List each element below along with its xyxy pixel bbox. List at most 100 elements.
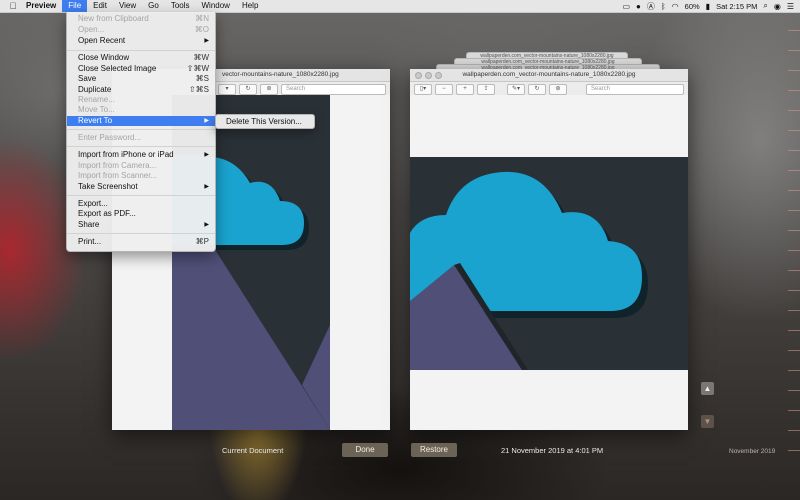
menu-window[interactable]: Window: [196, 0, 236, 12]
markup-icon[interactable]: ⊛: [549, 83, 567, 95]
menu-item-label: Save: [78, 74, 97, 83]
menu-item-label: Revert To: [78, 116, 113, 125]
search-input[interactable]: Search: [586, 83, 684, 95]
markup-pen-icon[interactable]: ✎▾: [507, 83, 525, 95]
restore-button[interactable]: Restore: [411, 443, 457, 457]
timeline[interactable]: [786, 20, 800, 460]
menu-item-import-scanner[interactable]: Import from Scanner...: [67, 171, 215, 181]
search-icon[interactable]: ⌕: [763, 1, 767, 11]
window-controls: [415, 72, 442, 79]
search-input[interactable]: Search: [281, 83, 386, 95]
display-icon[interactable]: ▭: [622, 2, 630, 11]
clock[interactable]: Sat 2:15 PM: [716, 2, 757, 11]
menu-separator: [67, 129, 215, 130]
done-button[interactable]: Done: [342, 443, 388, 457]
notification-center-icon[interactable]: ☰: [787, 2, 794, 11]
menu-item-shortcut: ⇧⌘W: [186, 64, 209, 73]
menu-item-shortcut: ⌘N: [195, 14, 209, 23]
menu-item-label: Import from Scanner...: [78, 171, 158, 180]
menu-item-label: Import from Camera...: [78, 161, 157, 170]
menu-item-import-camera[interactable]: Import from Camera...: [67, 161, 215, 171]
submenu-arrow-icon: ▶: [204, 38, 209, 44]
share-icon[interactable]: ⇪: [477, 83, 495, 95]
rotate-icon[interactable]: ↻: [528, 83, 546, 95]
menu-item-label: Enter Password...: [78, 133, 142, 142]
menu-item-move-to[interactable]: Move To...: [67, 105, 215, 115]
newer-version-arrow-icon[interactable]: ▼: [701, 415, 714, 428]
sidebar-toggle-icon[interactable]: ▯▾: [414, 83, 432, 95]
menu-item-label: Take Screenshot: [78, 182, 138, 191]
menu-item-close-window[interactable]: Close Window ⌘W: [67, 53, 215, 63]
submenu-arrow-icon: ▶: [204, 118, 209, 124]
battery-percent[interactable]: 60%: [685, 2, 700, 11]
menu-item-label: Open Recent: [78, 36, 126, 45]
siri-icon[interactable]: ◉: [774, 2, 781, 11]
menu-item-new-from-clipboard[interactable]: New from Clipboard ⌘N: [67, 14, 215, 24]
menu-item-label: Export as PDF...: [78, 209, 136, 218]
menu-item-shortcut: ⌘P: [195, 237, 209, 246]
menu-item-enter-password[interactable]: Enter Password...: [67, 133, 215, 143]
current-document-label: Current Document: [222, 446, 284, 455]
submenu-arrow-icon: ▶: [204, 184, 209, 190]
submenu-arrow-icon: ▶: [204, 222, 209, 228]
menu-separator: [67, 233, 215, 234]
menu-item-share[interactable]: Share ▶: [67, 220, 215, 230]
status-area: ▭ ● Ⓐ ᛒ ◠ 60% ▮ Sat 2:15 PM ⌕ ◉ ☰: [622, 0, 794, 12]
menu-item-open[interactable]: Open... ⌘O: [67, 25, 215, 35]
menu-item-shortcut: ⌘O: [194, 25, 209, 34]
revert-to-submenu: Delete This Version...: [215, 114, 315, 129]
zoom-out-icon[interactable]: −: [435, 83, 453, 95]
version-image: [410, 95, 688, 430]
markup-chevron-icon[interactable]: ▾: [218, 83, 236, 95]
menu-item-save[interactable]: Save ⌘S: [67, 74, 215, 84]
bluetooth-icon[interactable]: ᛒ: [661, 2, 666, 11]
version-date-label: 21 November 2019 at 4:01 PM: [501, 446, 604, 455]
menu-item-duplicate[interactable]: Duplicate ⇧⌘S: [67, 85, 215, 95]
apple-icon[interactable]: : [6, 1, 20, 11]
menu-item-open-recent[interactable]: Open Recent ▶: [67, 36, 215, 46]
rotate-icon[interactable]: ↻: [239, 83, 257, 95]
menu-item-export-pdf[interactable]: Export as PDF...: [67, 209, 215, 219]
menu-edit[interactable]: Edit: [87, 0, 113, 12]
menu-go[interactable]: Go: [142, 0, 165, 12]
menu-item-print[interactable]: Print... ⌘P: [67, 237, 215, 247]
menu-item-label: Import from iPhone or iPad: [78, 150, 174, 159]
zoom-icon[interactable]: [435, 72, 442, 79]
previous-version-window[interactable]: wallpaperden.com_vector-mountains-nature…: [410, 69, 688, 430]
menu-item-label: New from Clipboard: [78, 14, 149, 23]
menu-separator: [67, 146, 215, 147]
lock-icon[interactable]: ●: [636, 2, 641, 11]
menu-tools[interactable]: Tools: [165, 0, 196, 12]
menu-item-label: Share: [78, 220, 100, 229]
older-version-arrow-icon[interactable]: ▲: [701, 382, 714, 395]
menu-file[interactable]: File: [62, 0, 88, 12]
menu-item-label: Print...: [78, 237, 102, 246]
menu-item-rename[interactable]: Rename...: [67, 95, 215, 105]
menu-item-export[interactable]: Export...: [67, 199, 215, 209]
menu-help[interactable]: Help: [236, 0, 264, 12]
menu-item-import-iphone[interactable]: Import from iPhone or iPad ▶: [67, 150, 215, 160]
battery-icon[interactable]: ▮: [706, 2, 710, 11]
menu-view[interactable]: View: [113, 0, 142, 12]
wifi-icon[interactable]: ◠: [672, 2, 679, 11]
menu-separator: [67, 195, 215, 196]
menu-item-shortcut: ⌘S: [195, 74, 209, 83]
window-title: vector-mountains-nature_1080x2280.jpg: [222, 71, 339, 78]
menu-item-label: Open...: [78, 25, 105, 34]
zoom-in-icon[interactable]: +: [456, 83, 474, 95]
menu-item-close-selected-image[interactable]: Close Selected Image ⇧⌘W: [67, 64, 215, 74]
menu-item-delete-this-version[interactable]: Delete This Version...: [226, 117, 302, 126]
close-icon[interactable]: [415, 72, 422, 79]
menu-preview[interactable]: Preview: [20, 0, 62, 12]
menu-item-shortcut: ⇧⌘S: [188, 85, 209, 94]
markup-icon[interactable]: ⊛: [260, 83, 278, 95]
window-title: wallpaperden.com_vector-mountains-nature…: [462, 71, 636, 78]
submenu-arrow-icon: ▶: [204, 152, 209, 158]
app-store-icon[interactable]: Ⓐ: [647, 1, 655, 12]
timeline-month-label: November 2019: [729, 448, 776, 455]
menu-item-label: Close Window: [78, 53, 130, 62]
menu-item-take-screenshot[interactable]: Take Screenshot ▶: [67, 182, 215, 192]
minimize-icon[interactable]: [425, 72, 432, 79]
menu-item-label: Duplicate: [78, 85, 112, 94]
menu-item-revert-to[interactable]: Revert To ▶: [67, 116, 215, 126]
